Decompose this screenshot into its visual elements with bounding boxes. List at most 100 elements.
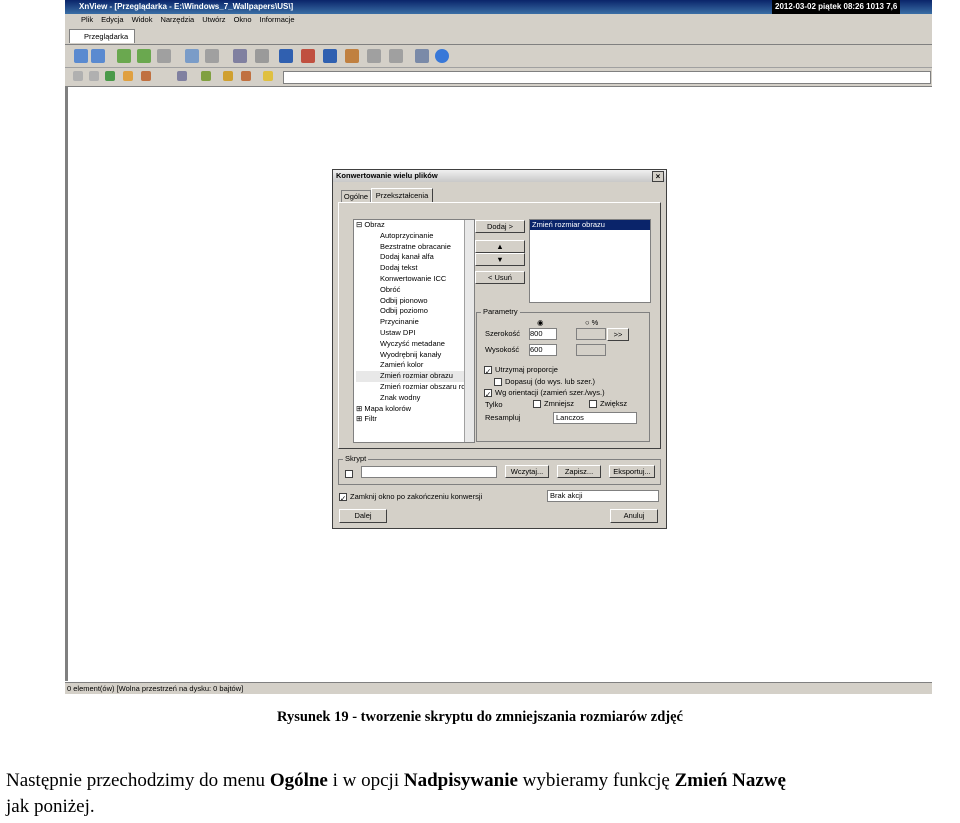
tab-przegladarka[interactable]: Przeglądarka (69, 29, 135, 43)
menu-informacje[interactable]: Informacje (260, 15, 295, 24)
toolbar-button-icon[interactable] (345, 49, 359, 63)
height-percent-input[interactable] (576, 344, 606, 356)
sort-icon[interactable] (201, 71, 211, 81)
close-after-checkbox[interactable]: ✓ Zamknij okno po zakończeniu konwersji (339, 492, 482, 503)
folder-icon[interactable] (123, 71, 133, 81)
tree-item[interactable]: Wyczyść metadane (356, 339, 474, 350)
toolbar-button-icon[interactable] (205, 49, 219, 63)
tree-item[interactable]: Wyodrębnij kanały (356, 350, 474, 361)
cancel-button[interactable]: Anuluj (610, 509, 658, 523)
resample-value: Lanczos (556, 413, 584, 422)
orientation-checkbox[interactable]: ✓ Wg orientacji (zamień szer./wys.) (484, 388, 605, 399)
gear-icon[interactable] (415, 49, 429, 63)
forward-icon[interactable] (89, 71, 99, 81)
tree-item[interactable]: Konwertowanie ICC (356, 274, 474, 285)
tree-item[interactable]: Zamień kolor (356, 360, 474, 371)
menu-okno[interactable]: Okno (234, 15, 252, 24)
printer-icon[interactable] (255, 49, 269, 63)
tree-group[interactable]: ⊞ Filtr (356, 414, 474, 425)
percent-radio[interactable]: ○ % (585, 318, 598, 327)
toolbar-button-icon[interactable] (279, 49, 293, 63)
menu-edycja[interactable]: Edycja (101, 15, 124, 24)
transform-tree[interactable]: ⊟ Obraz Autoprzycinanie Bezstratne obrac… (353, 219, 475, 443)
smaller-checkbox[interactable]: Zmniejsz (533, 399, 574, 409)
toolbar-button-icon[interactable] (74, 49, 88, 63)
toolbar-button-icon[interactable] (323, 49, 337, 63)
tree-item[interactable]: Dodaj tekst (356, 263, 474, 274)
list-item-selected[interactable]: Zmień rozmiar obrazu (530, 220, 650, 230)
next-button[interactable]: Dalej (339, 509, 387, 523)
up-folder-icon[interactable] (105, 71, 115, 81)
menu-narzedzia[interactable]: Narzędzia (160, 15, 194, 24)
tree-scrollbar[interactable] (464, 220, 474, 442)
view-mode-icon[interactable] (177, 71, 187, 81)
paragraph-text: jak poniżej. (6, 796, 95, 817)
close-icon[interactable]: × (652, 171, 664, 182)
tab-label: Przeglądarka (84, 32, 129, 41)
save-script-button[interactable]: Zapisz... (557, 465, 601, 478)
status-text: 0 element(ów) [Wolna przestrzeń na dysku… (67, 684, 244, 693)
tree-item[interactable]: Przycinanie (356, 317, 474, 328)
menu-plik[interactable]: Plik (81, 15, 93, 24)
tree-item[interactable]: Autoprzycinanie (356, 231, 474, 242)
export-script-button[interactable]: Eksportuj... (609, 465, 655, 478)
toolbar-button-icon[interactable] (185, 49, 199, 63)
pixels-radio[interactable]: ◉ (537, 318, 544, 327)
tab-przeksztalcenia[interactable]: Przekształcenia (371, 188, 433, 203)
toolbar-button-icon[interactable] (91, 49, 105, 63)
params-label: Parametry (481, 307, 520, 316)
link-button[interactable]: >> (607, 328, 629, 341)
toolbar-button-icon[interactable] (157, 49, 171, 63)
selected-transforms-list[interactable]: Zmień rozmiar obrazu (529, 219, 651, 303)
tree-item[interactable]: Dodaj kanał alfa (356, 252, 474, 263)
move-up-button[interactable]: ▲ (475, 240, 525, 253)
script-checkbox[interactable] (345, 469, 356, 479)
tree-item[interactable]: Odbij pionowo (356, 296, 474, 307)
star-icon[interactable] (263, 71, 273, 81)
paragraph-bold: Nadpisywanie (403, 770, 518, 791)
toolbar-button-icon[interactable] (301, 49, 315, 63)
menu-widok[interactable]: Widok (132, 15, 153, 24)
tree-item[interactable]: Odbij poziomo (356, 306, 474, 317)
window-title: XnView - [Przeglądarka - E:\Windows_7_Wa… (79, 2, 294, 11)
move-down-button[interactable]: ▼ (475, 253, 525, 266)
width-percent-input[interactable] (576, 328, 606, 340)
toolbar-button-icon[interactable] (389, 49, 403, 63)
address-input[interactable] (283, 71, 931, 84)
tree-item[interactable]: Zmień rozmiar obszaru rob (356, 382, 474, 393)
keep-ratio-label: Utrzymaj proporcje (495, 365, 558, 374)
tree-item[interactable]: Znak wodny (356, 393, 474, 404)
larger-checkbox[interactable]: Zwiększ (589, 399, 627, 409)
script-select[interactable] (361, 466, 497, 478)
dialog-titlebar: Konwertowanie wielu plików × (333, 170, 666, 182)
help-icon[interactable] (435, 49, 449, 63)
width-input[interactable]: 800 (529, 328, 557, 340)
tree-root[interactable]: ⊟ Obraz (356, 220, 474, 231)
load-script-button[interactable]: Wczytaj... (505, 465, 549, 478)
menu-utworz[interactable]: Utwórz (202, 15, 225, 24)
tree-item[interactable]: Bezstratne obracanie (356, 242, 474, 253)
toolbar-button-icon[interactable] (137, 49, 151, 63)
remove-button[interactable]: < Usuń (475, 271, 525, 284)
tree-item[interactable]: Obróć (356, 285, 474, 296)
tree-item-selected[interactable]: Zmień rozmiar obrazu (356, 371, 474, 382)
action-select[interactable]: Brak akcji (547, 490, 659, 502)
fit-checkbox[interactable]: Dopasuj (do wys. lub szer.) (494, 377, 595, 387)
toolbar-button-icon[interactable] (241, 71, 251, 81)
toolbar-button-icon[interactable] (117, 49, 131, 63)
toolbar-button-icon[interactable] (141, 71, 151, 81)
toolbar (65, 45, 932, 68)
filter-icon[interactable] (223, 71, 233, 81)
back-icon[interactable] (73, 71, 83, 81)
height-input[interactable]: 600 (529, 344, 557, 356)
resample-select[interactable]: Lanczos (553, 412, 637, 424)
tree-item[interactable]: Ustaw DPI (356, 328, 474, 339)
dialog-title: Konwertowanie wielu plików (336, 171, 438, 180)
tree-group[interactable]: ⊞ Mapa kolorów (356, 404, 474, 415)
toolbar-button-icon[interactable] (367, 49, 381, 63)
add-button[interactable]: Dodaj > (475, 220, 525, 233)
width-label: Szerokość (485, 329, 521, 338)
keep-ratio-checkbox[interactable]: ✓ Utrzymaj proporcje (484, 365, 558, 376)
binoculars-icon[interactable] (233, 49, 247, 63)
status-bar: 0 element(ów) [Wolna przestrzeń na dysku… (65, 682, 932, 694)
